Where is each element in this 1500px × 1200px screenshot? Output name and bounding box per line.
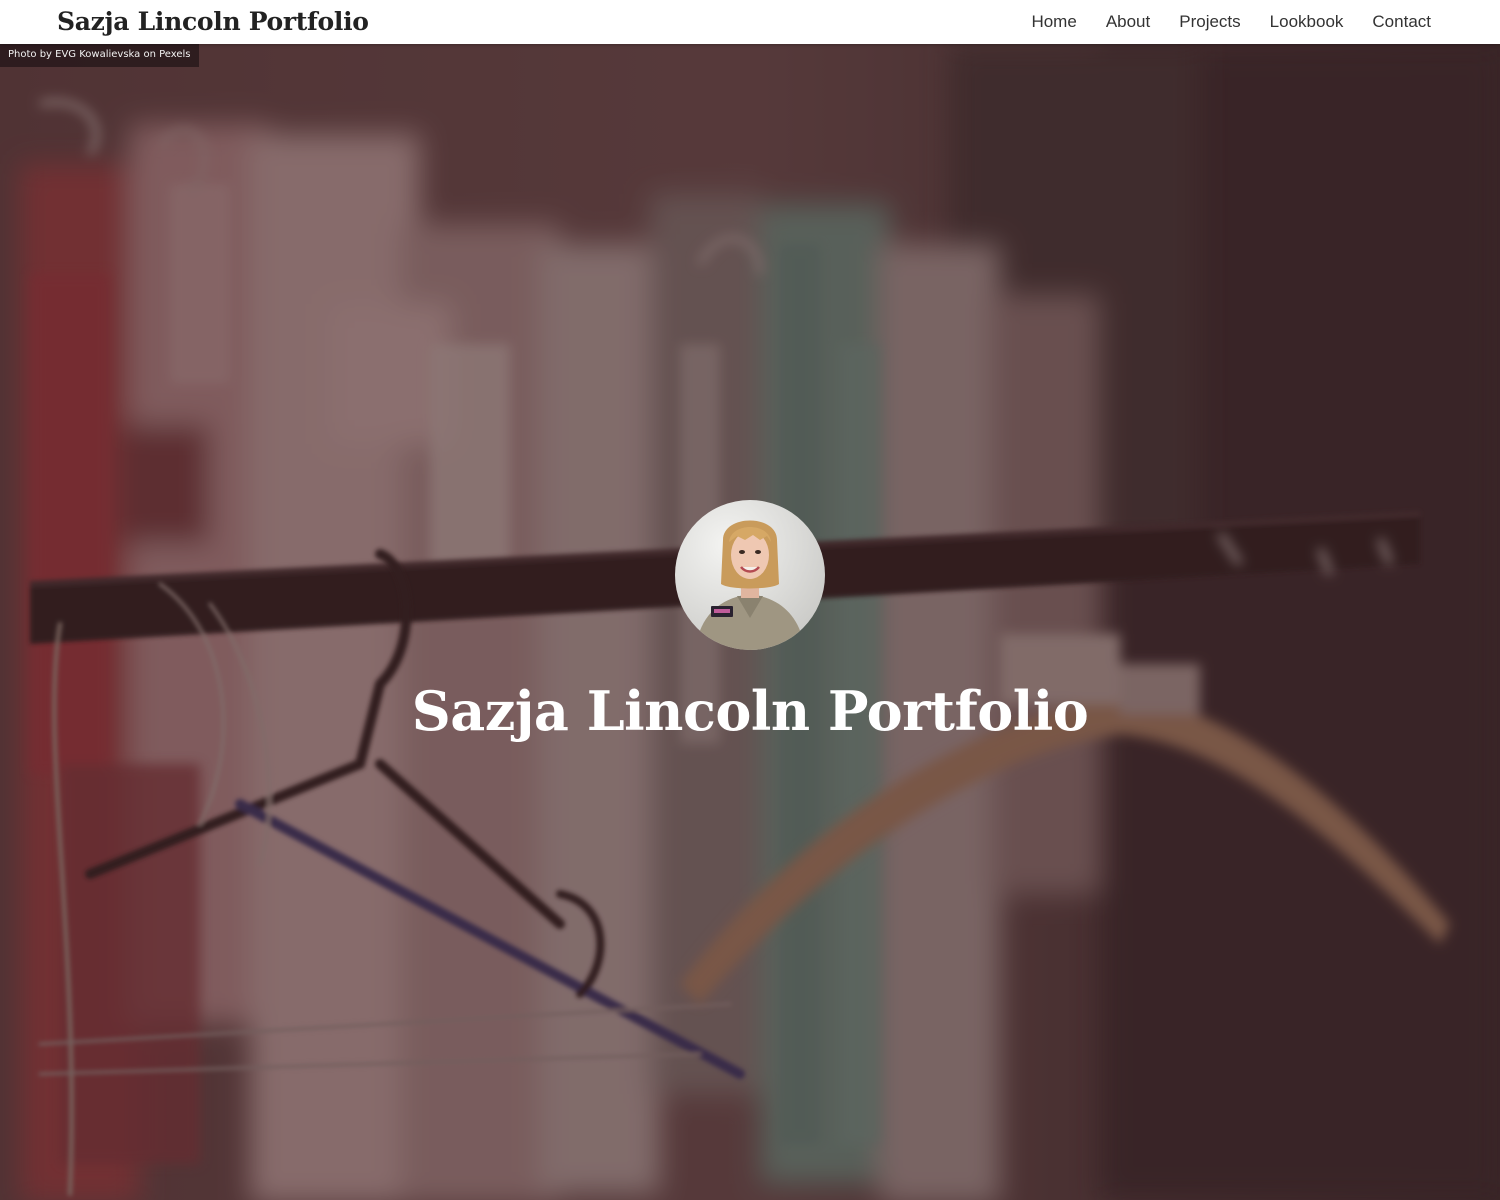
photo-credit: Photo by EVG Kowalievska on Pexels <box>0 44 199 67</box>
page: Sazja Lincoln Portfolio Home About Proje… <box>0 0 1500 1200</box>
nav-item-home: Home <box>1031 12 1076 32</box>
profile-avatar <box>675 500 825 650</box>
nav-item-about: About <box>1106 12 1150 32</box>
hero-title: Sazja Lincoln Portfolio <box>411 679 1089 743</box>
nav-link-projects[interactable]: Projects <box>1179 12 1240 31</box>
nav-link-lookbook[interactable]: Lookbook <box>1270 12 1344 31</box>
brand-link[interactable]: Sazja Lincoln Portfolio <box>57 4 369 40</box>
nav-link-contact[interactable]: Contact <box>1372 12 1431 31</box>
profile-photo-icon <box>675 500 825 650</box>
hero-section: Photo by EVG Kowalievska on Pexels Sazja… <box>0 44 1500 1200</box>
nav-item-projects: Projects <box>1179 12 1240 32</box>
site-header: Sazja Lincoln Portfolio Home About Proje… <box>0 0 1500 44</box>
main-nav: Home About Projects Lookbook Contact <box>1031 0 1431 44</box>
nav-link-home[interactable]: Home <box>1031 12 1076 31</box>
nav-item-contact: Contact <box>1372 12 1431 32</box>
nav-item-lookbook: Lookbook <box>1270 12 1344 32</box>
nav-link-about[interactable]: About <box>1106 12 1150 31</box>
